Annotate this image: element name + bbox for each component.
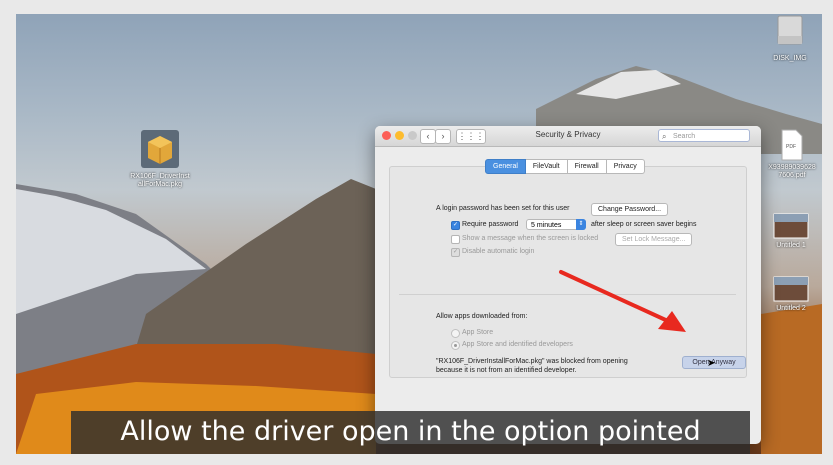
mouse-cursor-icon: ➤: [707, 358, 716, 369]
red-arrow-annotation: [559, 270, 686, 332]
video-frame: RX106F_DriverInst allForMac.pkg DISK_IMG…: [0, 0, 833, 465]
desktop: RX106F_DriverInst allForMac.pkg DISK_IMG…: [16, 14, 822, 454]
caption-text: Allow the driver open in the option poin…: [120, 416, 701, 447]
